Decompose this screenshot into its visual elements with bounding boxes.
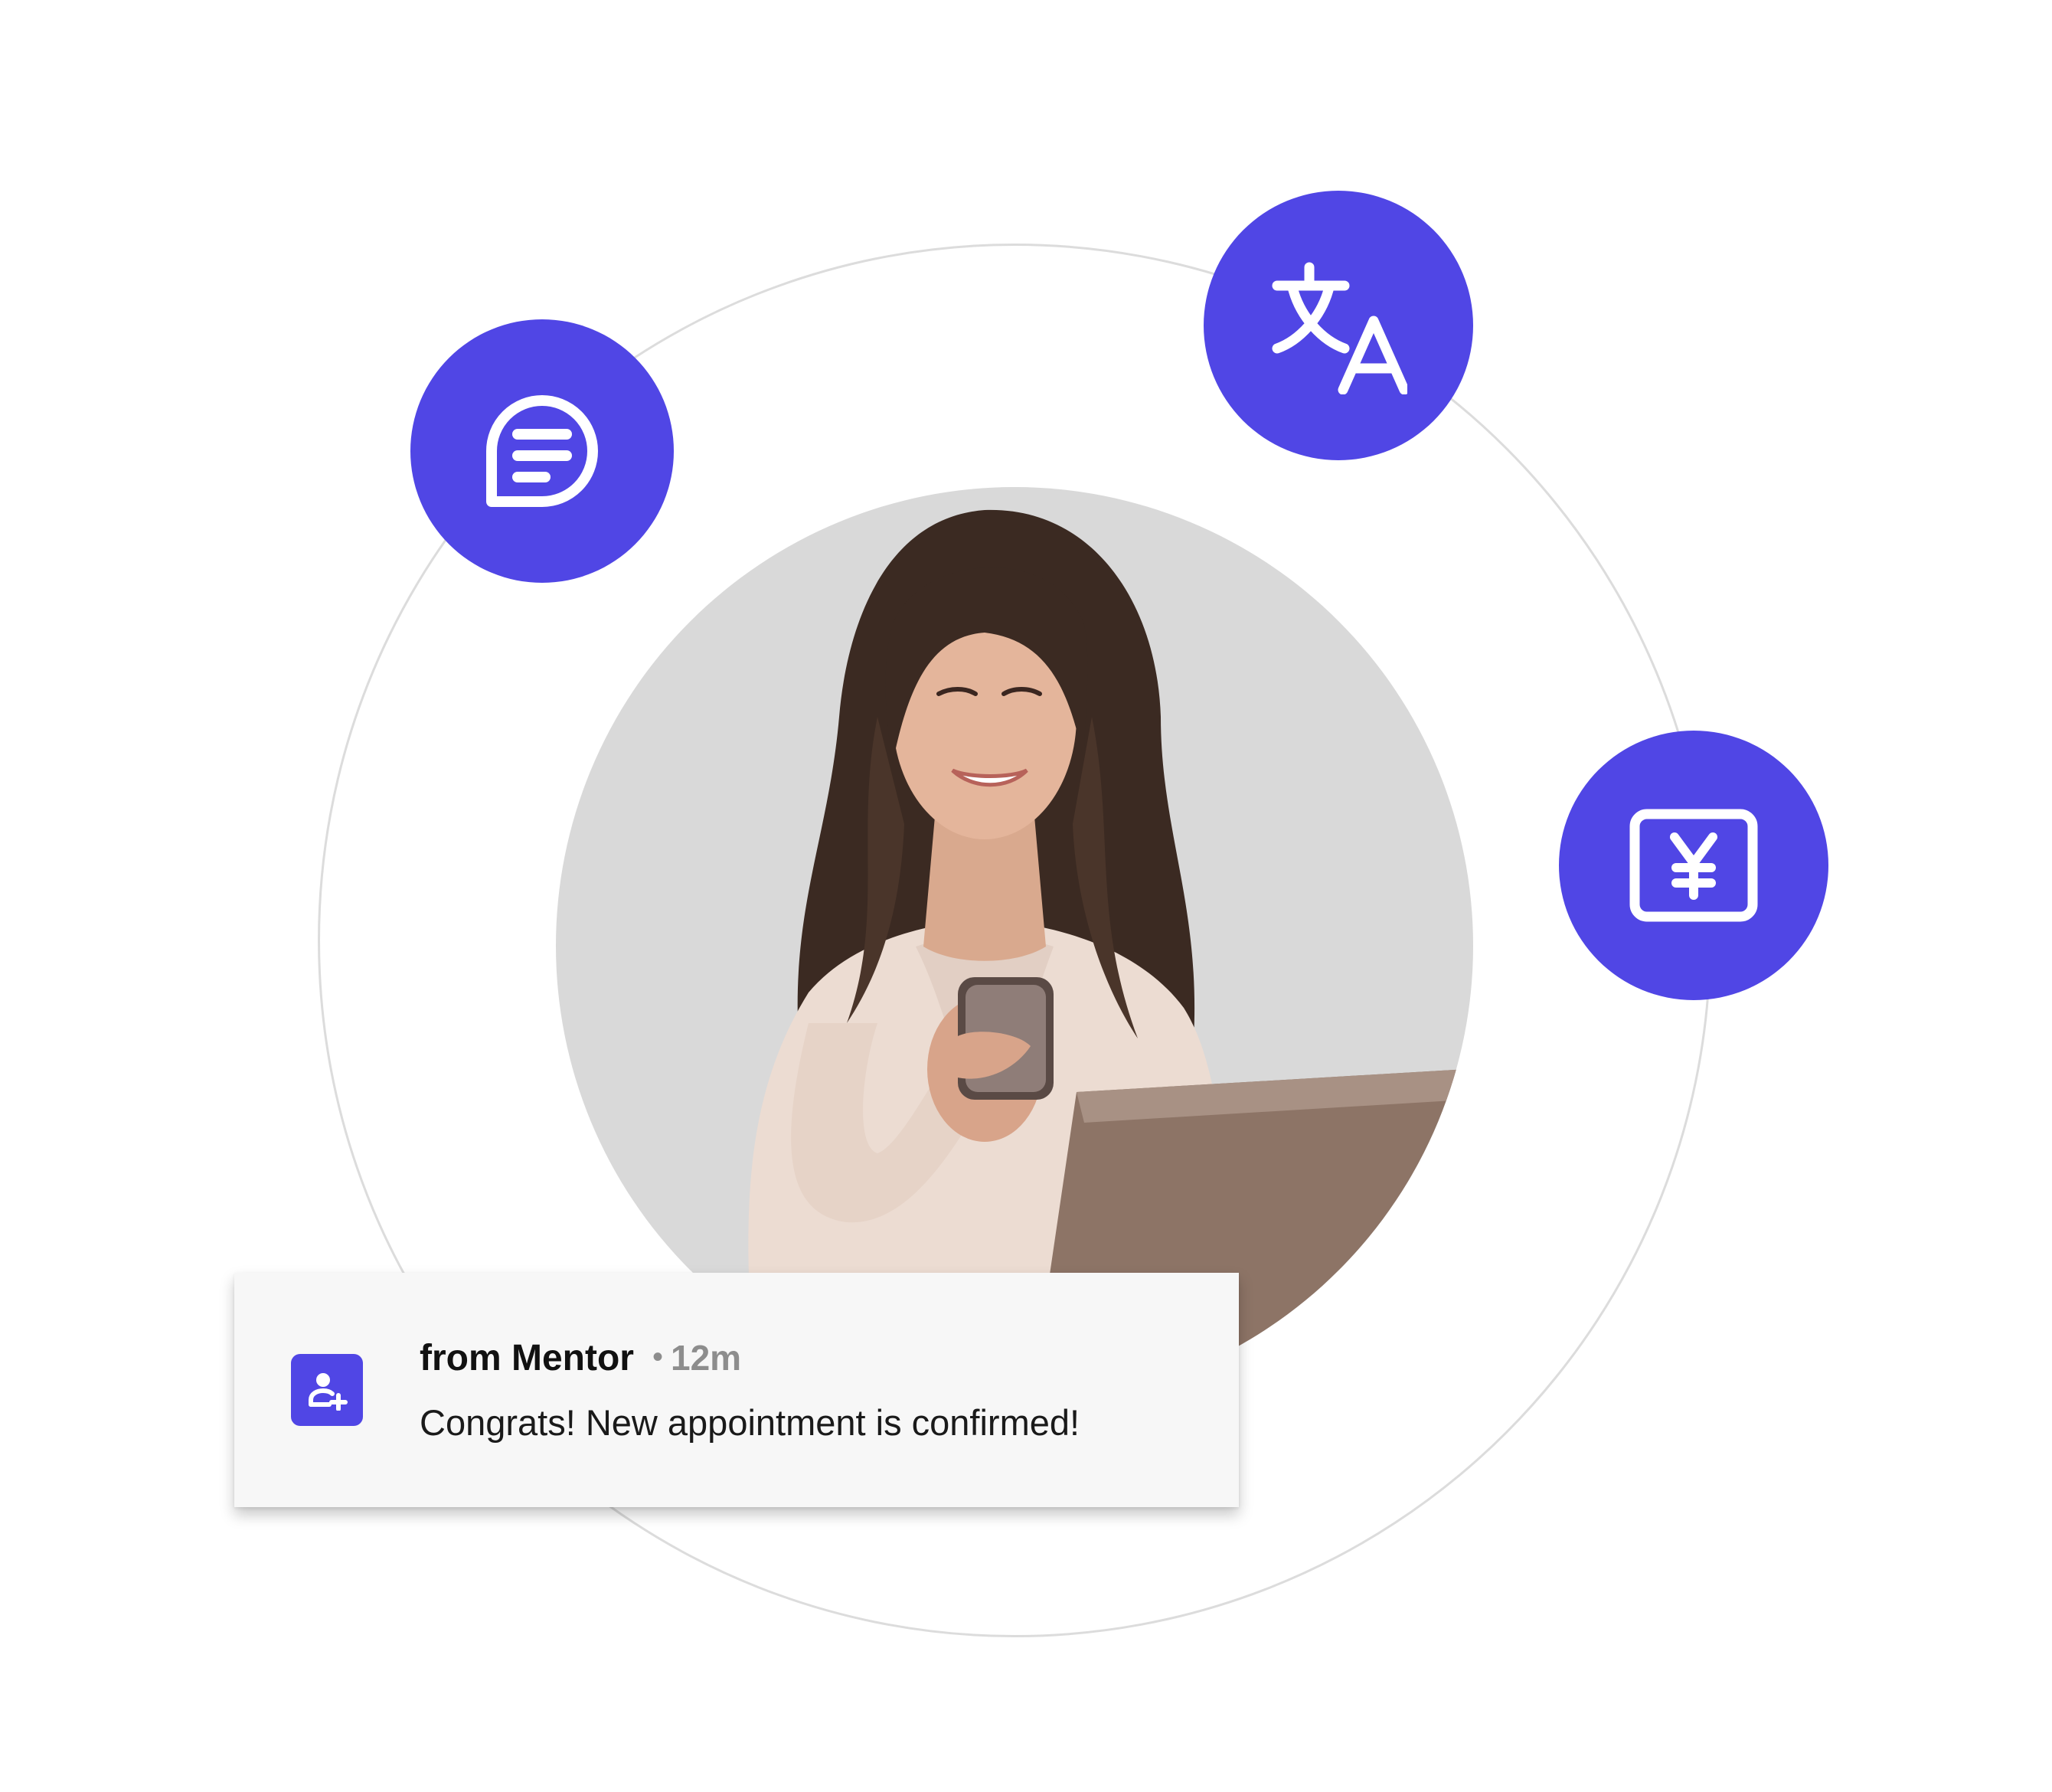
add-user-icon: [291, 1354, 363, 1426]
yen-bill-icon: [1629, 808, 1759, 923]
profile-photo: [556, 487, 1473, 1404]
notification-sender: from Mentor: [420, 1338, 634, 1378]
hero-illustration: from Mentor • 12m Congrats! New appointmen…: [0, 0, 2052, 1792]
translate-icon: [1269, 257, 1407, 394]
notification-card[interactable]: from Mentor • 12m Congrats! New appointmen…: [234, 1273, 1239, 1507]
chat-feature-button[interactable]: [410, 319, 674, 583]
notification-message: Congrats! New appointment is confirmed!: [420, 1402, 1080, 1443]
notification-time: 12m: [671, 1338, 742, 1378]
notification-separator: •: [652, 1340, 663, 1374]
translate-feature-button[interactable]: [1204, 191, 1473, 460]
woman-illustration: [748, 509, 1467, 1404]
notification-header: from Mentor • 12m: [420, 1340, 741, 1377]
currency-feature-button[interactable]: [1559, 731, 1828, 1000]
chat-bubble-icon: [481, 390, 603, 512]
